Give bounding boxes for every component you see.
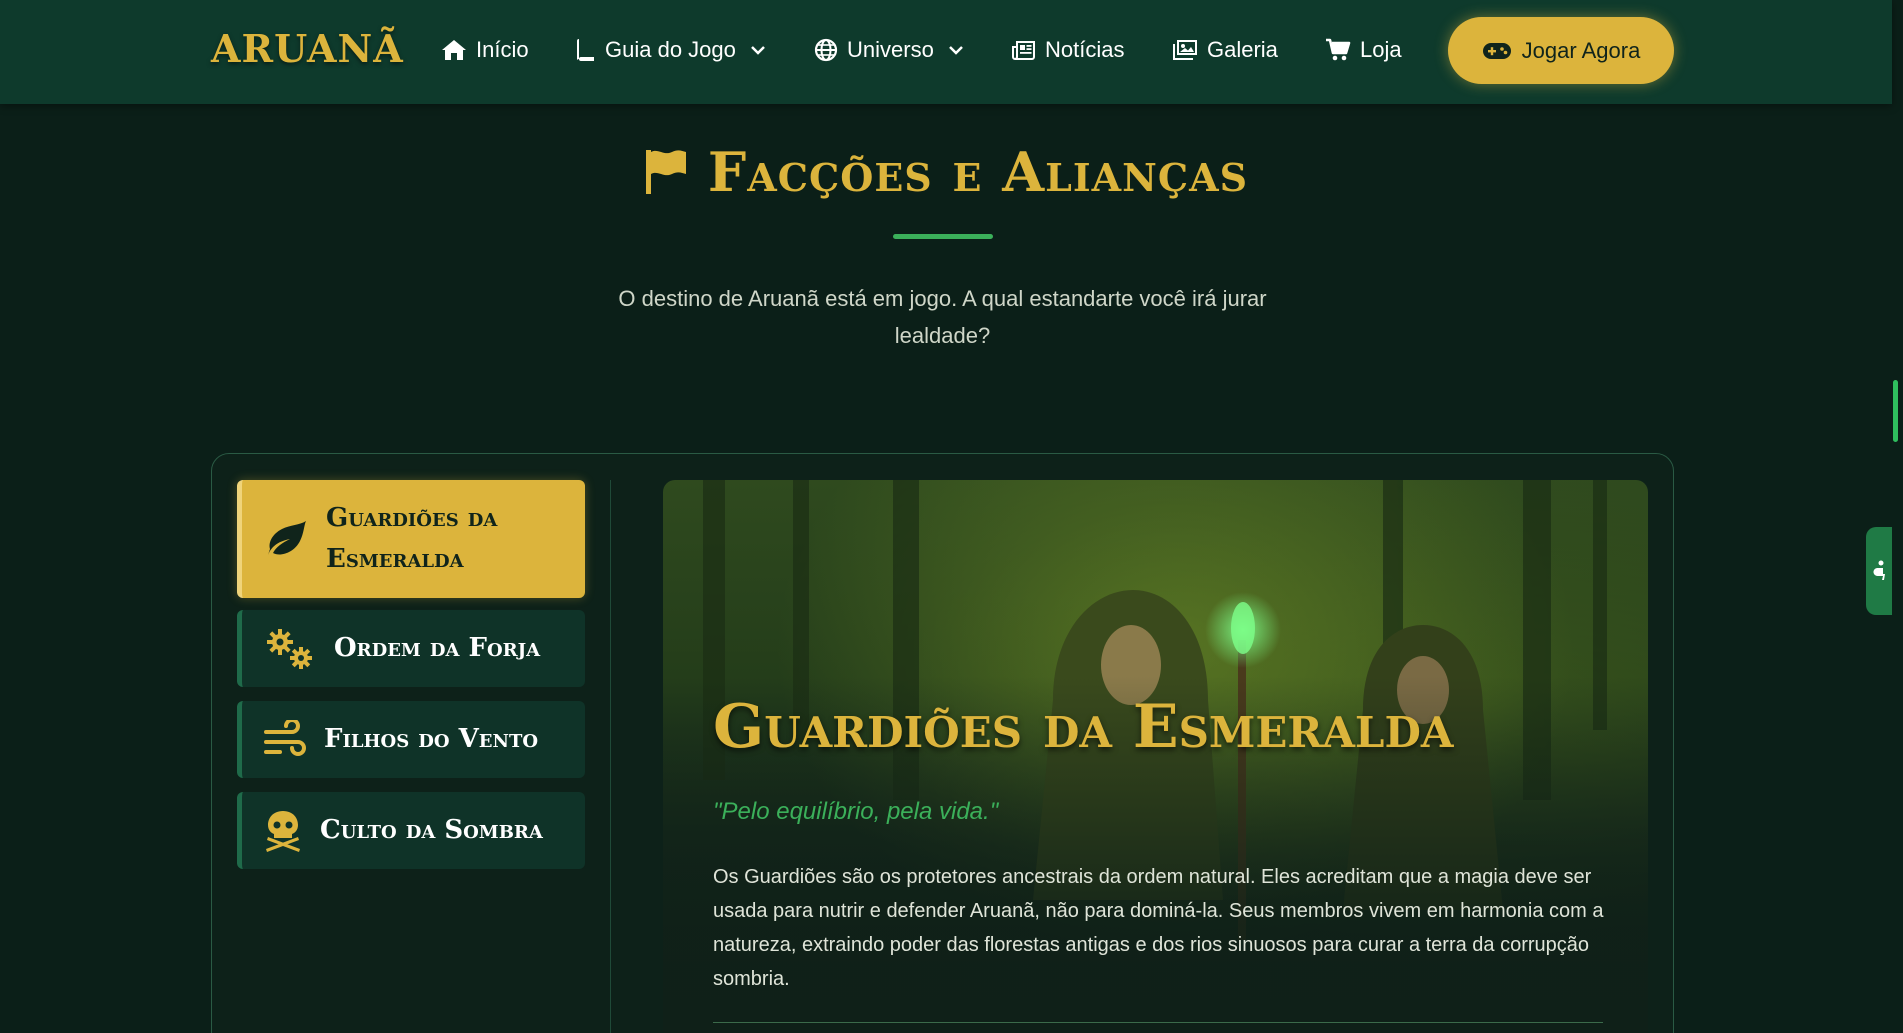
- nav-label-inicio: Início: [476, 37, 529, 62]
- nav-label-guia-do-jogo: Guia do Jogo: [605, 37, 736, 62]
- gamepad-icon: [1482, 42, 1511, 59]
- scrollbar-thumb[interactable]: [1893, 380, 1898, 442]
- nav-label-galeria: Galeria: [1207, 37, 1278, 62]
- cart-icon: [1326, 38, 1351, 61]
- nav-item-noticias[interactable]: Notícias: [1012, 34, 1124, 66]
- play-now-label: Jogar Agora: [1521, 37, 1641, 63]
- faction-motto: "Pelo equilíbrio, pela vida.": [713, 798, 999, 825]
- panel-divider: [610, 480, 611, 1033]
- card-divider: [713, 1022, 1603, 1023]
- faction-tab-guardioes-da-esmeralda[interactable]: Guardiões da Esmeralda: [237, 480, 585, 598]
- faction-tab-label: Ordem da Forja: [334, 633, 541, 663]
- section-title-text: Facções e Alianças: [707, 140, 1249, 204]
- faction-description: Os Guardiões são os protetores ancestrai…: [713, 866, 1604, 990]
- images-icon: [1173, 40, 1197, 60]
- nav-item-loja[interactable]: Loja: [1325, 34, 1402, 66]
- brand-logo[interactable]: ARUANÃ: [211, 26, 404, 71]
- accessibility-icon: [1873, 560, 1885, 580]
- globe-icon: [814, 38, 838, 62]
- side-accessibility-tab[interactable]: [1866, 527, 1892, 615]
- flag-icon: [645, 150, 686, 194]
- play-now-button[interactable]: Jogar Agora: [1448, 17, 1674, 84]
- book-icon: [577, 39, 594, 61]
- title-underline: [893, 234, 993, 239]
- faction-tab-ordem-da-forja[interactable]: Ordem da Forja: [237, 610, 585, 687]
- wind-icon: [264, 719, 306, 756]
- nav-label-noticias: Notícias: [1045, 37, 1125, 62]
- nav-item-universo[interactable]: Universo: [814, 34, 963, 66]
- section-subtitle: O destino de Aruanã está em jogo. A qual…: [618, 286, 1267, 348]
- nav-item-guia-do-jogo[interactable]: Guia do Jogo: [576, 34, 765, 66]
- faction-tab-label: Filhos do Vento: [324, 724, 539, 754]
- faction-tab-culto-da-sombra[interactable]: Culto da Sombra: [237, 792, 585, 869]
- nav-item-inicio[interactable]: Início: [441, 34, 529, 66]
- faction-tab-filhos-do-vento[interactable]: Filhos do Vento: [237, 701, 585, 778]
- skull-crossbones-icon: [266, 810, 300, 852]
- chevron-down-icon: [948, 46, 963, 55]
- leaf-icon: [268, 521, 306, 555]
- nav-label-universo: Universo: [847, 37, 934, 62]
- nav-item-galeria[interactable]: Galeria: [1172, 34, 1278, 66]
- faction-tab-label: Culto da Sombra: [320, 815, 543, 845]
- home-icon: [442, 40, 466, 60]
- chevron-down-icon: [750, 46, 765, 55]
- newspaper-icon: [1012, 41, 1035, 60]
- faction-tab-label: Guardiões da Esmeralda: [326, 503, 498, 574]
- navbar: ARUANÃ Início Guia do Jogo Universo Notí…: [0, 0, 1892, 104]
- faction-detail-card: Guardiões da Esmeralda "Pelo equilíbrio,…: [663, 480, 1648, 1033]
- section-title: Facções e Alianças: [0, 140, 1892, 204]
- gears-icon: [267, 628, 312, 669]
- faction-title: Guardiões da Esmeralda: [713, 692, 1454, 762]
- nav-label-loja: Loja: [1360, 37, 1402, 62]
